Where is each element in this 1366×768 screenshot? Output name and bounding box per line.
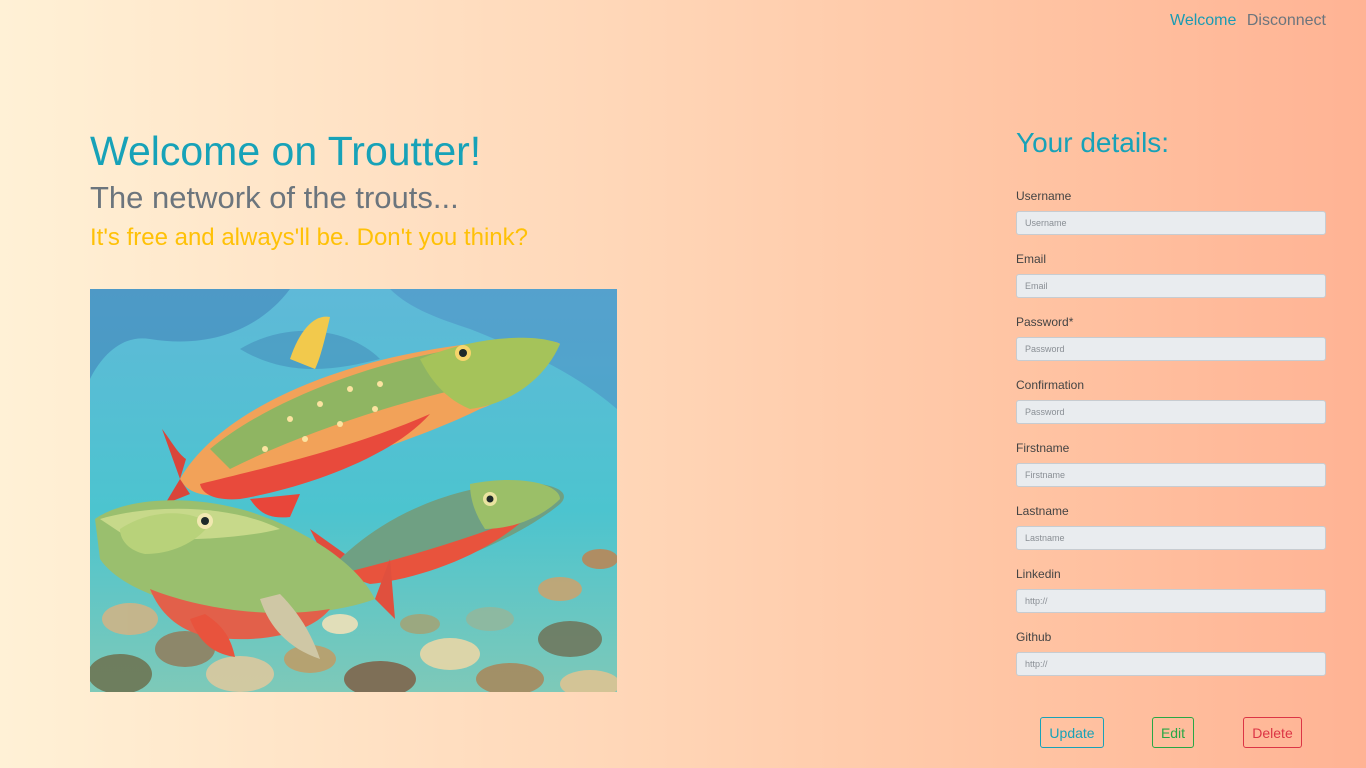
username-input[interactable] [1016,211,1326,235]
delete-button[interactable]: Delete [1243,717,1302,748]
update-button[interactable]: Update [1040,717,1104,748]
lastname-group: Lastname [1016,504,1326,550]
page-title: Welcome on Troutter! [90,128,482,174]
nav-disconnect-link[interactable]: Disconnect [1247,12,1326,29]
linkedin-input[interactable] [1016,589,1326,613]
lastname-label: Lastname [1016,504,1069,518]
github-group: Github [1016,630,1326,676]
github-label: Github [1016,630,1052,644]
tagline: It's free and always'll be. Don't you th… [90,224,528,251]
page-subtitle: The network of the trouts... [90,180,459,215]
lastname-input[interactable] [1016,526,1326,550]
user-details-form: Your details: Username Email Password* C… [1016,126,1326,676]
firstname-group: Firstname [1016,441,1326,487]
firstname-input[interactable] [1016,463,1326,487]
password-label: Password* [1016,315,1074,329]
nav-welcome-link[interactable]: Welcome [1170,12,1236,29]
linkedin-label: Linkedin [1016,567,1061,581]
password-input[interactable] [1016,337,1326,361]
confirmation-group: Confirmation [1016,378,1326,424]
confirmation-label: Confirmation [1016,378,1085,392]
email-label: Email [1016,252,1047,266]
trout-painting-image [90,289,617,692]
form-heading: Your details: [1016,127,1170,158]
linkedin-group: Linkedin [1016,567,1326,613]
email-group: Email [1016,252,1326,298]
username-group: Username [1016,189,1326,235]
top-nav: Welcome Disconnect [1164,12,1326,30]
username-label: Username [1016,189,1072,203]
password-group: Password* [1016,315,1326,361]
email-input[interactable] [1016,274,1326,298]
github-input[interactable] [1016,652,1326,676]
edit-button[interactable]: Edit [1152,717,1194,748]
hero: Welcome on Troutter! The network of the … [90,128,528,252]
firstname-label: Firstname [1016,441,1070,455]
confirmation-input[interactable] [1016,400,1326,424]
